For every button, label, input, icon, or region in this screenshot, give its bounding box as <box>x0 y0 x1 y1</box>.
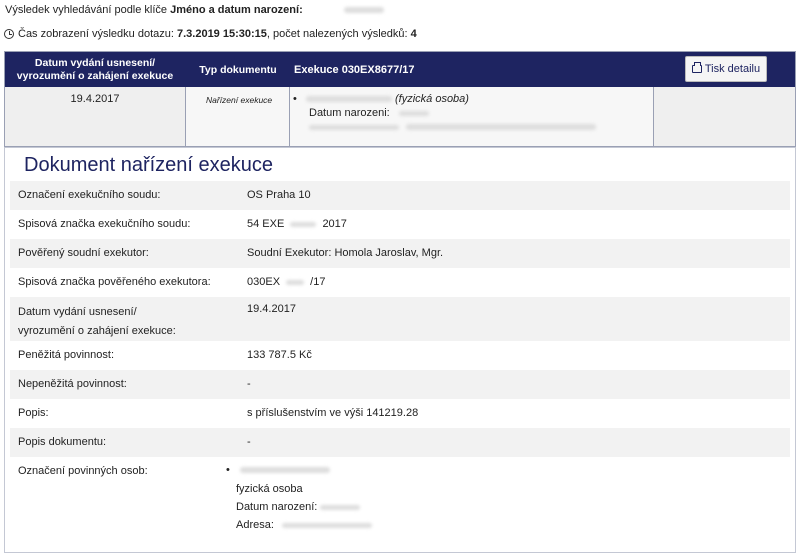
person-bullet: • <box>293 93 297 105</box>
redacted-executor-number <box>286 279 305 285</box>
result-row-type: Nařízení exekuce <box>186 87 290 146</box>
obligor-type: fyzická osoba <box>236 483 303 495</box>
field-label: Pověřený soudní exekutor: <box>18 247 149 259</box>
field-label: Označení povinných osob: <box>18 465 148 477</box>
column-header-date-line2: vyrozumění o zahájení exekuce <box>16 69 174 82</box>
count-label: , počet nalezených výsledků: <box>266 28 408 40</box>
field-label-line2: vyrozumění o zahájení exekuce: <box>18 325 176 337</box>
redacted-obligor-address <box>282 523 372 528</box>
executor-file-suffix: /17 <box>310 276 326 288</box>
field-label-line1: Datum vydání usnesení/ <box>18 306 137 318</box>
field-label: Peněžitá povinnost: <box>18 349 115 361</box>
redacted-address <box>309 124 399 130</box>
column-header-date-line1: Datum vydání usnesení/ <box>34 56 156 69</box>
result-row-date: 19.4.2017 <box>5 87 186 146</box>
detail-row: Spisová značka exekučního soudu: 54 EXE … <box>10 210 790 239</box>
result-table: Datum vydání usnesení/ vyrozumění o zahá… <box>4 51 796 147</box>
result-row-empty-cell <box>654 87 795 146</box>
field-label: Popis: <box>18 407 49 419</box>
detail-row: Pověřený soudní exekutor: Soudní Exekuto… <box>10 239 790 268</box>
print-detail-button[interactable]: Tisk detailu <box>685 56 767 82</box>
executor-file-prefix: 030EX <box>247 276 281 288</box>
field-value: OS Praha 10 <box>247 189 311 201</box>
court-file-prefix: 54 EXE <box>247 218 285 230</box>
redacted-dob <box>398 110 429 116</box>
obligor-address-label: Adresa: <box>236 519 274 531</box>
detail-row: Spisová značka pověřeného exekutora: 030… <box>10 268 790 297</box>
result-count: 4 <box>410 28 417 40</box>
redacted-obligor-name <box>240 467 330 473</box>
field-value: 19.4.2017 <box>247 303 296 315</box>
redacted-name <box>343 7 384 14</box>
redacted-obligor-dob <box>320 505 360 510</box>
detail-row: Popis: s příslušenstvím ve výši 141219.2… <box>10 399 790 428</box>
field-value: - <box>247 436 251 448</box>
column-header-date: Datum vydání usnesení/ vyrozumění o zahá… <box>5 52 185 87</box>
document-title: Dokument nařízení exekuce <box>24 154 274 176</box>
result-row-person: • (fyzická osoba) Datum narozeni: <box>290 87 654 146</box>
field-label: Datum vydání usnesení/ vyrozumění o zahá… <box>18 303 176 341</box>
field-label: Popis dokumentu: <box>18 436 107 448</box>
field-value: 133 787.5 Kč <box>247 349 312 361</box>
field-value: 030EX /17 <box>247 276 325 288</box>
print-detail-label: Tisk detailu <box>704 63 761 75</box>
result-info: Čas zobrazení výsledku dotazu: 7.3.2019 … <box>4 28 417 40</box>
search-prefix: Výsledek vyhledávání podle klíče <box>5 4 168 16</box>
search-key: Jméno a datum narození: <box>170 4 303 16</box>
field-label: Nepeněžitá povinnost: <box>18 378 127 390</box>
timestamp: 7.3.2019 15:30:15 <box>176 28 267 40</box>
search-summary: Výsledek vyhledávání podle klíče Jméno a… <box>5 4 384 16</box>
field-value: 54 EXE 2017 <box>247 218 347 230</box>
result-table-header: Datum vydání usnesení/ vyrozumění o zahá… <box>5 52 795 87</box>
redacted-address-2 <box>406 124 597 131</box>
time-label: Čas zobrazení výsledku dotazu: <box>18 28 174 40</box>
column-header-case: Exekuce 030EX8677/17 <box>294 63 415 76</box>
result-row[interactable]: 19.4.2017 Nařízení exekuce • (fyzická os… <box>5 87 795 146</box>
field-label: Označení exekučního soudu: <box>18 189 161 201</box>
detail-row: Popis dokumentu: - <box>10 428 790 457</box>
redacted-file-number <box>290 221 317 227</box>
detail-row: Označení povinných osob: • fyzická osoba… <box>10 457 790 552</box>
court-file-suffix: 2017 <box>322 218 347 230</box>
printer-icon <box>691 62 702 73</box>
redacted-person-name <box>305 96 392 103</box>
field-value: Soudní Exekutor: Homola Jaroslav, Mgr. <box>247 247 444 259</box>
field-label: Spisová značka pověřeného exekutora: <box>18 276 211 288</box>
detail-row: Peněžitá povinnost: 133 787.5 Kč <box>10 341 790 370</box>
detail-row: Datum vydání usnesení/ vyrozumění o zahá… <box>10 297 790 341</box>
detail-row: Označení exekučního soudu: OS Praha 10 <box>10 181 790 210</box>
clock-icon <box>4 29 14 39</box>
field-value: s příslušenstvím ve výši 141219.28 <box>247 407 419 419</box>
person-dob-label: Datum narozeni: <box>309 107 390 119</box>
document-detail: Dokument nařízení exekuce Označení exeku… <box>4 147 796 553</box>
obligor-bullet: • <box>226 464 230 476</box>
field-label: Spisová značka exekučního soudu: <box>18 218 191 230</box>
field-value: - <box>247 378 251 390</box>
column-header-type: Typ dokumentu <box>199 63 277 76</box>
person-type: (fyzická osoba) <box>394 93 469 105</box>
obligor-dob-label: Datum narození: <box>236 501 318 513</box>
detail-row: Nepeněžitá povinnost: - <box>10 370 790 399</box>
